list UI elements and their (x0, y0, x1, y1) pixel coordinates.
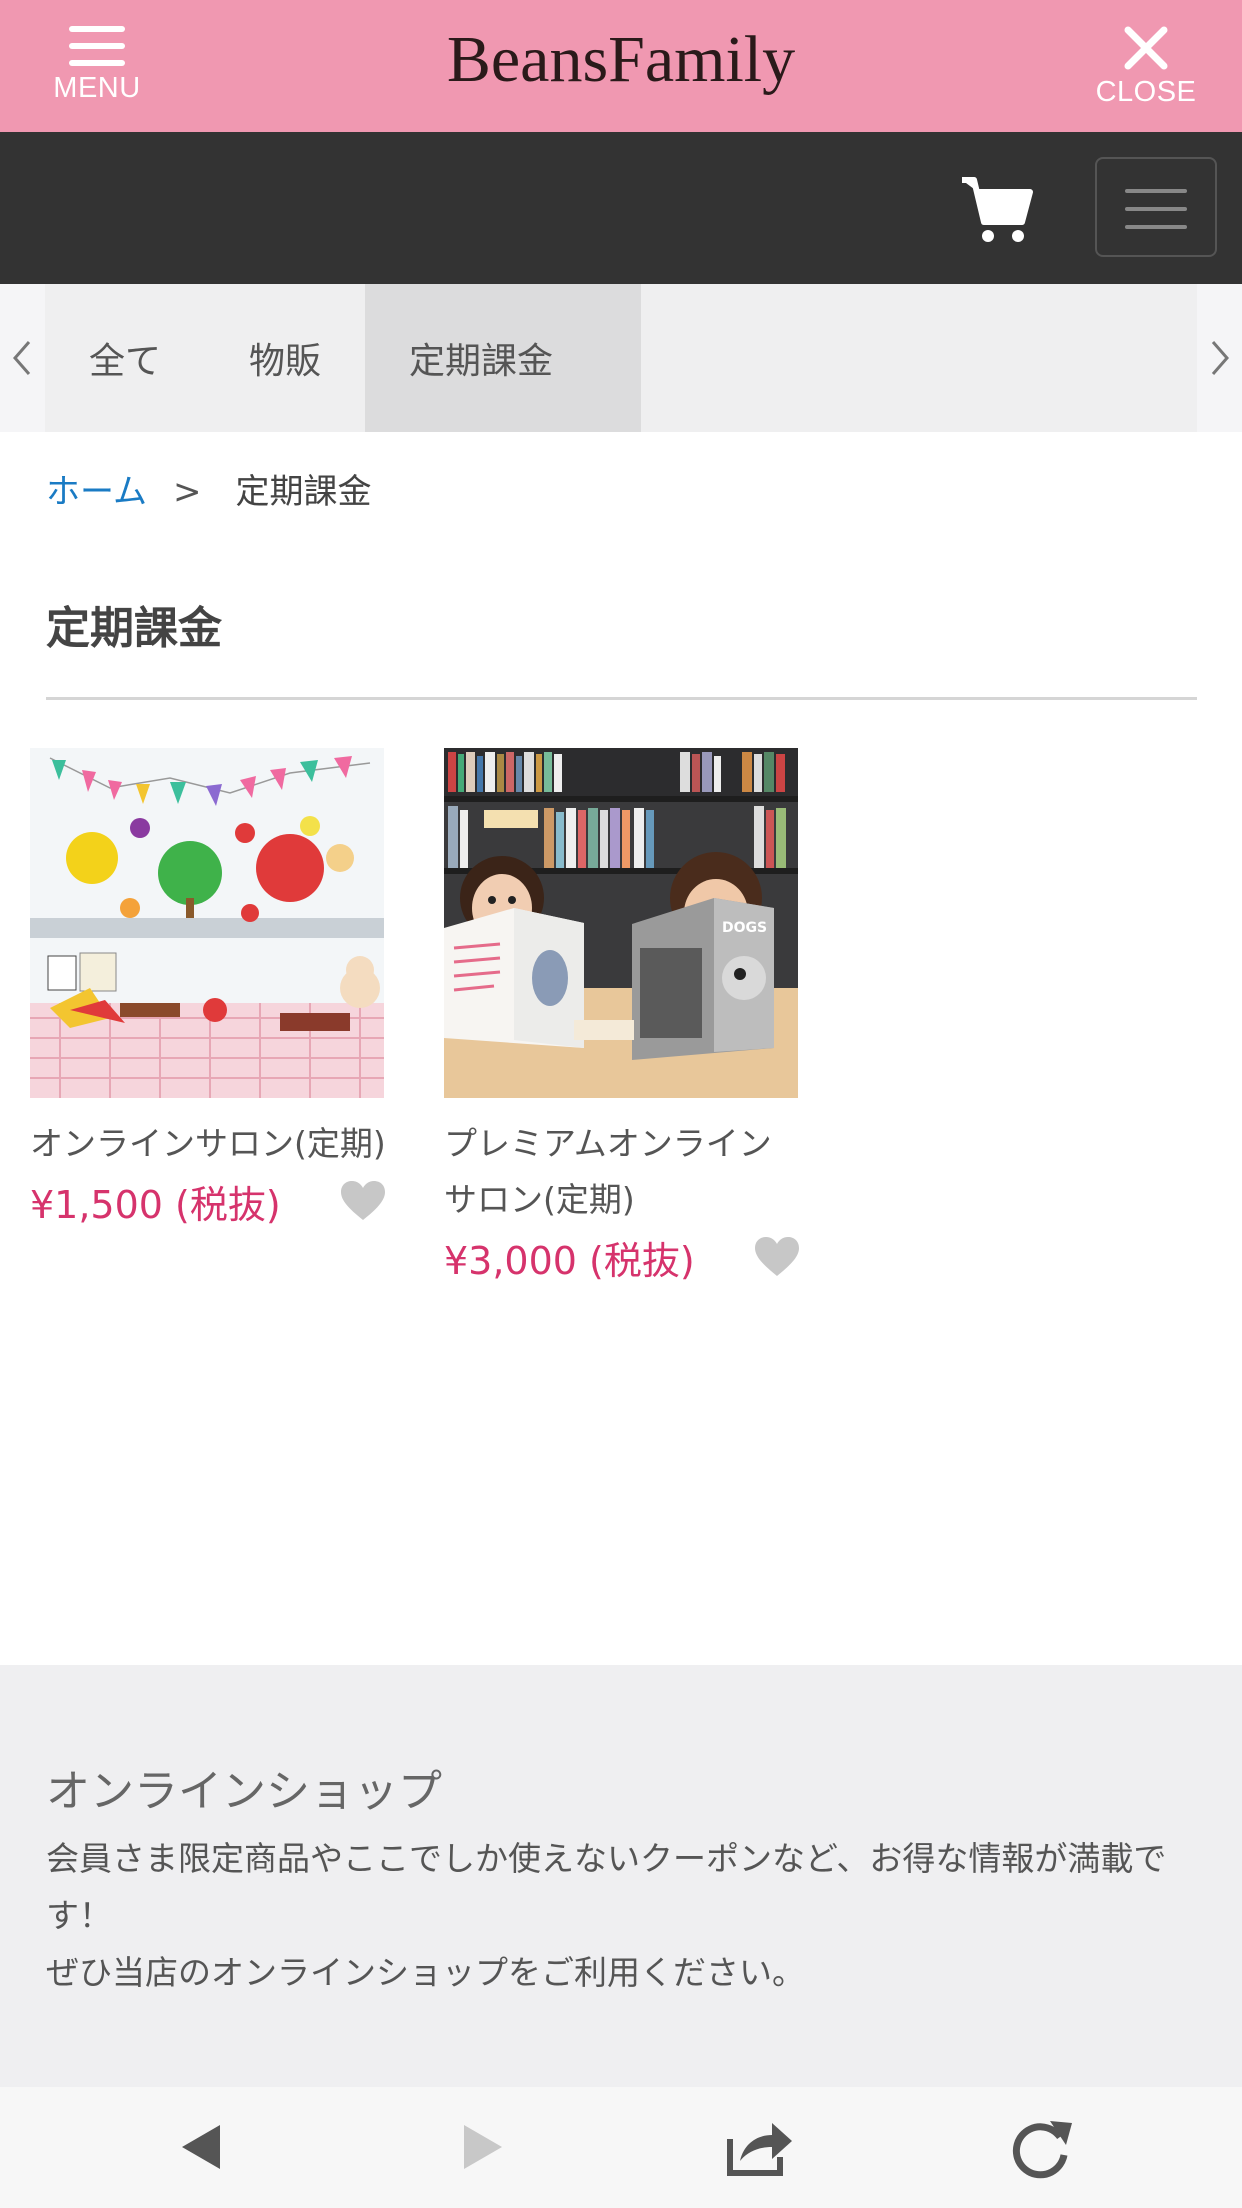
cart-button[interactable] (958, 172, 1034, 248)
product-image-reading[interactable]: DOGS (444, 748, 798, 1098)
close-icon (1124, 26, 1168, 70)
breadcrumb-home-link[interactable]: ホーム (46, 472, 147, 512)
app-header: MENU BeansFamily CLOSE (0, 0, 1242, 132)
breadcrumb: ホーム > 定期課金 (46, 464, 371, 513)
close-button[interactable]: CLOSE (1086, 24, 1206, 116)
product-price: ¥1,500 (税抜) (30, 1183, 281, 1227)
chevron-right-icon (1211, 341, 1229, 375)
hamburger-line (1125, 189, 1187, 193)
shop-info-line: 会員さま限定商品やここでしか使えないクーポンなど、お得な情報が満載です！ (46, 1839, 1167, 1935)
close-label: CLOSE (1095, 76, 1197, 108)
product-name[interactable]: プレミアムオンラインサロン(定期) (444, 1116, 800, 1228)
svg-text:DOGS: DOGS (722, 920, 767, 936)
brand-logo[interactable]: BeansFamily (0, 22, 1242, 98)
page-title: 定期課金 (46, 603, 222, 654)
back-icon[interactable] (168, 2115, 238, 2179)
breadcrumb-current: 定期課金 (235, 472, 372, 512)
reload-icon[interactable] (1006, 2115, 1076, 2179)
nav-menu-toggle[interactable] (1095, 157, 1217, 257)
divider (46, 697, 1197, 700)
shop-info-title: オンラインショップ (46, 1766, 442, 1817)
nav-bar (0, 132, 1242, 284)
tab-subscription[interactable]: 定期課金 (365, 284, 642, 432)
tabs-scroll-left[interactable] (0, 284, 44, 432)
breadcrumb-separator: > (172, 472, 202, 512)
tabs-scroll-right[interactable] (1198, 284, 1242, 432)
browser-toolbar (0, 2087, 1242, 2208)
product-price: ¥3,000 (税抜) (444, 1239, 695, 1283)
hamburger-line (1125, 225, 1187, 229)
cart-icon (962, 177, 1033, 242)
forward-icon[interactable] (446, 2115, 516, 2179)
heart-icon[interactable] (340, 1180, 386, 1222)
price-row: ¥3,000 (税抜) (444, 1230, 800, 1290)
hamburger-line (1125, 207, 1187, 211)
product-name[interactable]: オンラインサロン(定期) (30, 1116, 386, 1172)
tab-goods[interactable]: 物販 (205, 284, 365, 432)
tab-all[interactable]: 全て (45, 284, 205, 432)
online-shop-info: オンラインショップ 会員さま限定商品やここでしか使えないクーポンなど、お得な情報… (0, 1665, 1242, 2087)
price-row: ¥1,500 (税抜) (30, 1174, 386, 1234)
product-image-classroom[interactable] (30, 748, 384, 1098)
product-card[interactable]: DOGS プレミアムオンラインサロン(定期) ¥3,000 (税抜) (444, 748, 800, 1290)
category-tabs: 全て 物販 定期課金 (0, 284, 1242, 432)
heart-icon[interactable] (754, 1236, 800, 1278)
shop-info-line: ぜひ当店のオンラインショップをご利用ください。 (46, 1953, 805, 1992)
tabs-list: 全て 物販 定期課金 (45, 284, 1197, 432)
shop-info-text: 会員さま限定商品やここでしか使えないクーポンなど、お得な情報が満載です！ ぜひ当店… (46, 1830, 1196, 2001)
share-icon[interactable] (724, 2115, 794, 2179)
chevron-left-icon (13, 341, 31, 375)
product-card[interactable]: オンラインサロン(定期) ¥1,500 (税抜) (30, 748, 386, 1234)
